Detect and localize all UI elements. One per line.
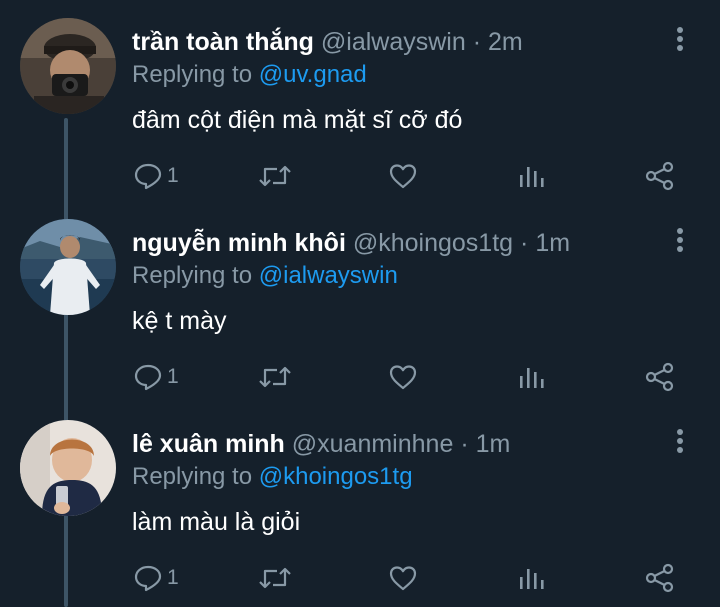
tweet[interactable]: lê xuân minh @xuanminhne · 1m Replying t…: [0, 402, 720, 603]
tweet-header: lê xuân minh @xuanminhne · 1m: [132, 428, 660, 460]
retweet-button[interactable]: [258, 560, 292, 596]
retweet-button[interactable]: [258, 359, 292, 395]
share-button[interactable]: [645, 359, 675, 395]
separator-dot: ·: [460, 430, 469, 458]
tweet-actions: 1: [0, 158, 720, 194]
tweet-actions: 1: [0, 560, 720, 596]
tweet-header: nguyễn minh khôi @khoingos1tg · 1m: [132, 227, 660, 259]
user-handle[interactable]: @ialwayswin: [321, 28, 466, 56]
display-name[interactable]: lê xuân minh: [132, 430, 285, 458]
replying-to: Replying to @khoingos1tg: [132, 462, 413, 492]
analytics-button[interactable]: [517, 359, 545, 395]
heart-icon: [389, 566, 417, 591]
tweet-actions: 1: [0, 359, 720, 395]
tweet[interactable]: trần toàn thắng @ialwayswin · 2m Replyin…: [0, 0, 720, 201]
more-options-button[interactable]: [667, 426, 693, 456]
like-button[interactable]: [388, 158, 418, 194]
more-options-button[interactable]: [667, 225, 693, 255]
retweet-icon: [259, 567, 291, 589]
share-icon: [645, 362, 674, 392]
reply-count: 1: [167, 164, 179, 187]
tweet-text: kệ t mày: [132, 307, 227, 335]
more-options-button[interactable]: [667, 24, 693, 54]
timestamp[interactable]: 1m: [535, 229, 570, 257]
avatar[interactable]: [20, 18, 116, 114]
reply-icon: [134, 565, 162, 592]
like-button[interactable]: [388, 359, 418, 395]
retweet-icon: [259, 165, 291, 187]
analytics-button[interactable]: [517, 158, 545, 194]
reply-icon: [134, 364, 162, 391]
timestamp[interactable]: 1m: [476, 430, 511, 458]
heart-icon: [389, 365, 417, 390]
user-handle[interactable]: @xuanminhne: [292, 430, 454, 458]
heart-icon: [389, 164, 417, 189]
share-icon: [645, 161, 674, 191]
reply-button[interactable]: 1: [133, 158, 179, 194]
replying-to-label: Replying to: [132, 61, 253, 88]
tweet-text: làm màu là giỏi: [132, 508, 301, 536]
retweet-button[interactable]: [258, 158, 292, 194]
replying-to-label: Replying to: [132, 262, 253, 289]
separator-dot: ·: [472, 28, 482, 56]
replying-to-label: Replying to: [132, 463, 253, 490]
reply-thread: trần toàn thắng @ialwayswin · 2m Replyin…: [0, 0, 720, 607]
share-button[interactable]: [645, 158, 675, 194]
more-vertical-icon: [677, 27, 683, 51]
reply-button[interactable]: 1: [133, 560, 179, 596]
user-handle[interactable]: @khoingos1tg: [353, 229, 513, 257]
replying-to: Replying to @uv.gnad: [132, 60, 367, 90]
more-vertical-icon: [677, 429, 683, 453]
replying-to-handle[interactable]: @khoingos1tg: [259, 463, 413, 490]
display-name[interactable]: trần toàn thắng: [132, 28, 314, 56]
reply-count: 1: [167, 566, 179, 589]
retweet-icon: [259, 366, 291, 388]
share-icon: [645, 563, 674, 593]
reply-icon: [134, 163, 162, 190]
replying-to: Replying to @ialwayswin: [132, 261, 398, 291]
tweet[interactable]: nguyễn minh khôi @khoingos1tg · 1m Reply…: [0, 201, 720, 402]
more-vertical-icon: [677, 228, 683, 252]
avatar[interactable]: [20, 420, 116, 516]
avatar[interactable]: [20, 219, 116, 315]
replying-to-handle[interactable]: @uv.gnad: [259, 61, 367, 88]
reply-button[interactable]: 1: [133, 359, 179, 395]
tweet-header: trần toàn thắng @ialwayswin · 2m: [132, 26, 660, 58]
timestamp[interactable]: 2m: [488, 28, 523, 56]
share-button[interactable]: [645, 560, 675, 596]
analytics-button[interactable]: [517, 560, 545, 596]
tweet-text: đâm cột điện mà mặt sĩ cỡ đó: [132, 106, 463, 134]
analytics-icon: [520, 368, 544, 388]
replying-to-handle[interactable]: @ialwayswin: [259, 262, 398, 289]
analytics-icon: [520, 167, 544, 187]
like-button[interactable]: [388, 560, 418, 596]
display-name[interactable]: nguyễn minh khôi: [132, 229, 346, 257]
separator-dot: ·: [520, 229, 529, 257]
reply-count: 1: [167, 365, 179, 388]
analytics-icon: [520, 569, 544, 589]
